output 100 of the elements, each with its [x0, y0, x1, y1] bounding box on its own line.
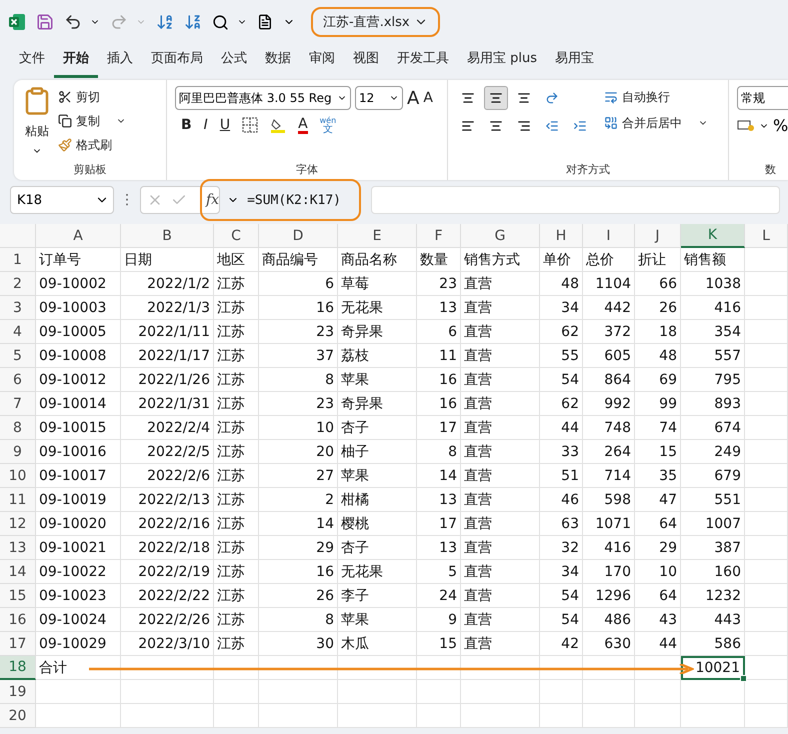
empty-cell[interactable]: [635, 656, 681, 680]
empty-cell[interactable]: [745, 320, 788, 344]
row-header[interactable]: 18: [0, 656, 36, 680]
empty-cell[interactable]: [745, 656, 788, 680]
empty-cell[interactable]: [745, 392, 788, 416]
formula-text[interactable]: =SUM(K2:K17): [247, 192, 341, 208]
format-painter-button[interactable]: 格式刷: [58, 134, 126, 156]
row-header[interactable]: 15: [0, 584, 36, 608]
empty-cell[interactable]: [583, 704, 635, 728]
font-size-dropdown[interactable]: 12: [355, 86, 403, 110]
merge-center-button[interactable]: 合并后居中: [604, 112, 708, 134]
empty-cell[interactable]: [745, 704, 788, 728]
empty-cell[interactable]: [745, 560, 788, 584]
empty-cell[interactable]: [583, 656, 635, 680]
row-header[interactable]: 12: [0, 512, 36, 536]
row-header[interactable]: 2: [0, 272, 36, 296]
undo-icon[interactable]: [64, 13, 82, 31]
empty-cell[interactable]: [635, 704, 681, 728]
bold-button[interactable]: B: [181, 117, 192, 133]
form-icon[interactable]: [257, 14, 273, 30]
sort-descending-icon[interactable]: [184, 13, 202, 31]
italic-button[interactable]: I: [204, 117, 208, 133]
row-header[interactable]: 19: [0, 680, 36, 704]
underline-button[interactable]: U: [220, 117, 230, 133]
empty-cell[interactable]: [745, 608, 788, 632]
wrap-text-button[interactable]: 自动换行: [604, 86, 708, 108]
row-header[interactable]: 1: [0, 248, 36, 272]
ribbon-tab[interactable]: 插入: [98, 49, 142, 78]
ribbon-tab[interactable]: 易用宝: [546, 49, 604, 78]
column-header[interactable]: E: [338, 224, 417, 248]
shrink-font-button[interactable]: A: [423, 90, 433, 106]
ribbon-tab[interactable]: 数据: [256, 49, 300, 78]
percent-button[interactable]: %: [773, 116, 788, 135]
empty-cell[interactable]: [214, 680, 259, 704]
row-header[interactable]: 8: [0, 416, 36, 440]
empty-cell[interactable]: [121, 680, 214, 704]
column-header[interactable]: I: [583, 224, 635, 248]
row-header[interactable]: 9: [0, 440, 36, 464]
empty-cell[interactable]: [417, 704, 461, 728]
empty-cell[interactable]: [681, 704, 745, 728]
empty-cell[interactable]: [681, 680, 745, 704]
row-header[interactable]: 5: [0, 344, 36, 368]
fill-color-icon[interactable]: [270, 117, 286, 133]
empty-cell[interactable]: [540, 680, 583, 704]
row-header[interactable]: 20: [0, 704, 36, 728]
row-header[interactable]: 16: [0, 608, 36, 632]
ribbon-tab[interactable]: 审阅: [300, 49, 344, 78]
row-header[interactable]: 7: [0, 392, 36, 416]
empty-cell[interactable]: [745, 488, 788, 512]
ribbon-tab[interactable]: 视图: [344, 49, 388, 78]
font-color-button[interactable]: A: [298, 116, 308, 134]
ribbon-tab[interactable]: 开发工具: [388, 49, 458, 78]
empty-cell[interactable]: [745, 344, 788, 368]
fill-handle[interactable]: [740, 675, 747, 682]
empty-cell[interactable]: [461, 656, 540, 680]
currency-format-icon[interactable]: [737, 118, 755, 132]
column-header[interactable]: J: [635, 224, 681, 248]
empty-cell[interactable]: [214, 704, 259, 728]
empty-cell[interactable]: [259, 704, 338, 728]
redo-icon[interactable]: [110, 13, 128, 31]
ribbon-tab[interactable]: 页面布局: [142, 49, 212, 78]
row-header[interactable]: 3: [0, 296, 36, 320]
sort-ascending-icon[interactable]: [156, 13, 174, 31]
ribbon-tab[interactable]: 文件: [10, 49, 54, 78]
row-header[interactable]: 17: [0, 632, 36, 656]
empty-cell[interactable]: [745, 512, 788, 536]
empty-cell[interactable]: [745, 368, 788, 392]
middle-align-icon[interactable]: [484, 86, 508, 110]
ribbon-tab[interactable]: 易用宝 plus: [458, 49, 546, 78]
formula-field[interactable]: [371, 186, 780, 214]
insert-function-button[interactable]: fx: [206, 192, 220, 208]
row-header[interactable]: 4: [0, 320, 36, 344]
empty-cell[interactable]: [338, 680, 417, 704]
copy-button[interactable]: 复制: [58, 110, 126, 132]
empty-cell[interactable]: [745, 296, 788, 320]
empty-cell[interactable]: [259, 680, 338, 704]
file-title[interactable]: 江苏-直营.xlsx: [311, 7, 440, 37]
column-header[interactable]: G: [461, 224, 540, 248]
font-name-dropdown[interactable]: 阿里巴巴普惠体 3.0 55 Reg: [175, 86, 351, 110]
search-icon[interactable]: [212, 14, 229, 30]
empty-cell[interactable]: [540, 704, 583, 728]
empty-cell[interactable]: [745, 584, 788, 608]
empty-cell[interactable]: [338, 656, 417, 680]
empty-cell[interactable]: [338, 704, 417, 728]
number-format-dropdown[interactable]: 常规: [737, 86, 788, 110]
borders-icon[interactable]: [242, 117, 258, 133]
empty-cell[interactable]: [745, 416, 788, 440]
empty-cell[interactable]: [214, 656, 259, 680]
column-header[interactable]: C: [214, 224, 259, 248]
empty-cell[interactable]: [745, 272, 788, 296]
empty-cell[interactable]: [635, 680, 681, 704]
empty-cell[interactable]: [745, 632, 788, 656]
empty-cell[interactable]: [461, 704, 540, 728]
select-all-corner[interactable]: [0, 224, 36, 248]
selected-cell[interactable]: 10021: [681, 656, 745, 680]
empty-cell[interactable]: [745, 680, 788, 704]
column-header[interactable]: K: [681, 224, 745, 248]
cut-button[interactable]: 剪切: [58, 86, 126, 108]
row-header[interactable]: 10: [0, 464, 36, 488]
empty-cell[interactable]: [540, 656, 583, 680]
